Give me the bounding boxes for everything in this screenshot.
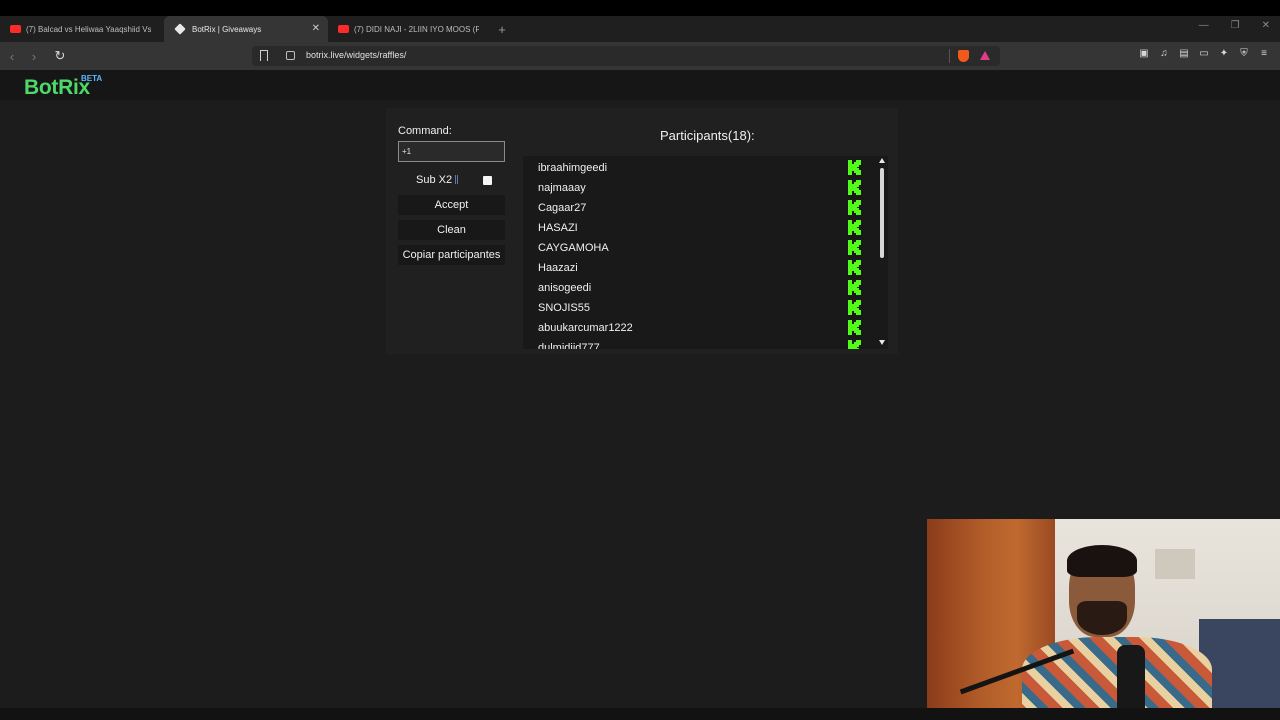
webcam-overlay bbox=[927, 519, 1280, 718]
media-icon[interactable]: ♫ bbox=[1158, 48, 1170, 60]
sub-x2-checkbox[interactable] bbox=[483, 176, 492, 185]
participants-rows: ibraahimgeedi najmaaay Cagaar27 HASAZI CAYGA… bbox=[523, 156, 873, 349]
site-settings-icon[interactable] bbox=[286, 51, 295, 60]
participant-row: CAYGAMOHA bbox=[523, 238, 873, 258]
webcam-hair bbox=[1067, 545, 1137, 577]
participant-row: HASAZI bbox=[523, 218, 873, 238]
close-window-icon[interactable]: ✕ bbox=[1262, 20, 1270, 31]
botrix-icon bbox=[174, 23, 186, 35]
kick-icon bbox=[848, 200, 861, 215]
rewards-icon[interactable] bbox=[980, 51, 990, 60]
participant-name: najmaaay bbox=[538, 182, 586, 194]
tab-title: BotRix | Giveaways bbox=[192, 24, 262, 34]
participant-name: CAYGAMOHA bbox=[538, 242, 609, 254]
youtube-icon bbox=[10, 25, 21, 33]
participant-row: Cagaar27 bbox=[523, 198, 873, 218]
command-label: Command: bbox=[398, 125, 452, 137]
kick-icon bbox=[848, 340, 861, 349]
site-header: BotRix BETA bbox=[0, 70, 1280, 100]
beta-badge: BETA bbox=[81, 74, 103, 83]
participant-name: HASAZI bbox=[538, 222, 578, 234]
close-tab-icon[interactable]: ✕ bbox=[312, 23, 320, 34]
url-text[interactable]: botrix.live/widgets/raffles/ bbox=[306, 50, 406, 60]
tab-balcad[interactable]: (7) Balcad vs Heliwaa Yaaqshiid Vs De bbox=[0, 16, 164, 42]
restore-icon[interactable]: ❐ bbox=[1231, 20, 1240, 31]
menu-icon[interactable]: ≡ bbox=[1258, 48, 1270, 60]
participants-list[interactable]: ibraahimgeedi najmaaay Cagaar27 HASAZI CAYGA… bbox=[523, 156, 888, 349]
participant-row: anisogeedi bbox=[523, 278, 873, 298]
participant-name: abuukarcumar1222 bbox=[538, 322, 633, 334]
webcam-shelf bbox=[1155, 549, 1195, 579]
new-tab-button[interactable]: + bbox=[492, 16, 512, 42]
kick-icon bbox=[848, 300, 861, 315]
botrix-logo[interactable]: BotRix bbox=[24, 76, 90, 100]
participant-name: dulmidiid777 bbox=[538, 342, 600, 349]
copy-participants-button[interactable]: Copiar participantes bbox=[398, 245, 505, 265]
participant-name: SNOJIS55 bbox=[538, 302, 590, 314]
participant-name: ibraahimgeedi bbox=[538, 162, 608, 174]
vpn-icon[interactable]: ⛨ bbox=[1238, 48, 1250, 60]
scroll-down-icon[interactable] bbox=[879, 340, 885, 345]
kick-icon bbox=[848, 260, 861, 275]
kick-icon bbox=[848, 240, 861, 255]
participants-title: Participants(18): bbox=[660, 128, 755, 143]
leo-ai-icon[interactable]: ✦ bbox=[1218, 48, 1230, 60]
kick-icon bbox=[848, 320, 861, 335]
sidebar-icon[interactable]: ▤ bbox=[1178, 48, 1190, 60]
tab-title: (7) DIDI NAJI - 2LIIN IYO MOOS (FT. I bbox=[354, 24, 479, 34]
scrollbar-thumb[interactable] bbox=[880, 168, 884, 258]
minimize-icon[interactable]: — bbox=[1199, 20, 1209, 31]
brave-shield-icon[interactable] bbox=[958, 50, 969, 62]
participant-row: Haazazi bbox=[523, 258, 873, 278]
tab-didi-naji[interactable]: (7) DIDI NAJI - 2LIIN IYO MOOS (FT. I bbox=[328, 16, 492, 42]
bookmark-icon[interactable] bbox=[260, 50, 268, 61]
participant-name: Cagaar27 bbox=[538, 202, 587, 214]
sub-x2-row: Sub X2 bbox=[398, 172, 505, 188]
window-top-strip bbox=[0, 0, 1280, 16]
wallet-icon[interactable]: ▭ bbox=[1198, 48, 1210, 60]
raffle-widget: Command: Sub X2 Accept Clean Copiar part… bbox=[386, 108, 898, 354]
bottom-strip bbox=[0, 708, 1280, 720]
participant-row: SNOJIS55 bbox=[523, 298, 873, 318]
window-controls: — ❐ ✕ bbox=[1199, 20, 1270, 31]
participant-row: najmaaay bbox=[523, 178, 873, 198]
participant-row: ibraahimgeedi bbox=[523, 158, 873, 178]
back-icon[interactable]: ‹ bbox=[2, 49, 22, 64]
participant-name: anisogeedi bbox=[538, 282, 592, 294]
kick-icon bbox=[848, 280, 861, 295]
tab-botrix[interactable]: BotRix | Giveaways ✕ bbox=[164, 16, 328, 42]
scroll-up-icon[interactable] bbox=[879, 158, 885, 163]
reload-icon[interactable]: ↻ bbox=[50, 48, 70, 64]
tab-search-icon[interactable]: ▣ bbox=[1138, 48, 1150, 60]
command-input[interactable] bbox=[398, 141, 505, 162]
forward-icon[interactable]: › bbox=[24, 49, 44, 64]
kick-icon bbox=[848, 160, 861, 175]
browser-toolbar: ‹ › ↻ botrix.live/widgets/raffles/ ▣ ♫ ▤… bbox=[0, 42, 1280, 70]
accept-button[interactable]: Accept bbox=[398, 195, 505, 215]
tab-bar: (7) Balcad vs Heliwaa Yaaqshiid Vs De Bo… bbox=[0, 16, 1280, 42]
text-cursor-icon bbox=[455, 175, 458, 184]
toolbar-icons: ▣ ♫ ▤ ▭ ✦ ⛨ ≡ bbox=[1138, 48, 1270, 60]
kick-icon bbox=[848, 180, 861, 195]
divider bbox=[949, 49, 950, 63]
participant-row: dulmidiid777 bbox=[523, 338, 873, 349]
participant-name: Haazazi bbox=[538, 262, 578, 274]
screen: (7) Balcad vs Heliwaa Yaaqshiid Vs De Bo… bbox=[0, 0, 1280, 720]
address-bar[interactable]: botrix.live/widgets/raffles/ bbox=[252, 46, 1000, 66]
sub-x2-label: Sub X2 bbox=[416, 174, 453, 186]
scrollbar[interactable] bbox=[876, 156, 888, 349]
kick-icon bbox=[848, 220, 861, 235]
clean-button[interactable]: Clean bbox=[398, 220, 505, 240]
youtube-icon bbox=[338, 25, 349, 33]
tab-title: (7) Balcad vs Heliwaa Yaaqshiid Vs De bbox=[26, 24, 151, 34]
webcam-beard bbox=[1077, 601, 1127, 635]
participant-row: abuukarcumar1222 bbox=[523, 318, 873, 338]
